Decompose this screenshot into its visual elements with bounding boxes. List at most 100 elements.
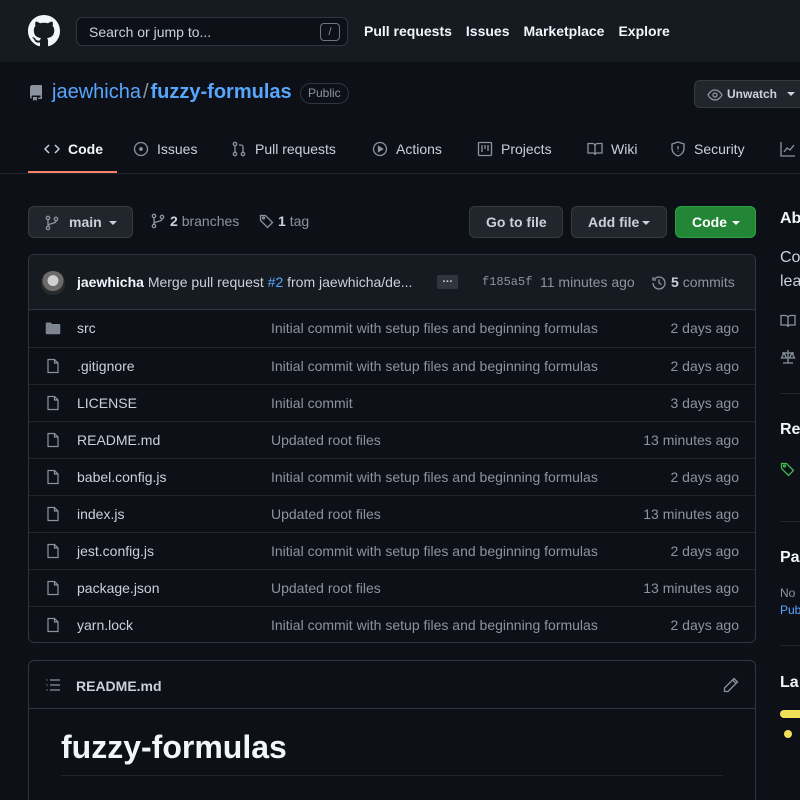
unwatch-label: Unwatch [727, 87, 778, 101]
branch-name: main [69, 214, 102, 230]
repo-tabs: Code Issues Pull requests Actions Projec… [0, 125, 800, 174]
file-row[interactable]: .gitignore Initial commit with setup file… [29, 347, 755, 384]
search-placeholder: Search or jump to... [89, 24, 212, 40]
tag-icon [259, 214, 274, 229]
file-commit-age: 2 days ago [670, 358, 740, 374]
tags-link[interactable]: 1 tag [259, 213, 309, 229]
file-row[interactable]: index.js Updated root files 13 minutes ago [29, 495, 755, 532]
tab-actions[interactable]: Actions [372, 125, 442, 173]
tab-projects[interactable]: Projects [477, 125, 552, 173]
commits-count: 5 [671, 274, 679, 290]
tab-code[interactable]: Code [44, 125, 103, 173]
file-commit-message-link[interactable]: Initial commit with setup files and begi… [271, 617, 598, 633]
tab-wiki[interactable]: Wiki [587, 125, 637, 173]
branches-count: 2 [170, 213, 178, 229]
commit-author[interactable]: jaewhicha [77, 274, 144, 290]
sidebar-divider [780, 645, 800, 646]
file-commit-age: 13 minutes ago [643, 432, 739, 448]
file-name-link[interactable]: babel.config.js [77, 469, 167, 485]
book-icon [587, 142, 603, 156]
repo-name-link[interactable]: fuzzy-formulas [151, 81, 292, 103]
add-file-button[interactable]: Add file [571, 206, 667, 238]
list-icon[interactable] [45, 677, 61, 693]
releases-heading: Re [780, 421, 800, 438]
commit-pr-link[interactable]: #2 [268, 274, 284, 290]
file-name-link[interactable]: .gitignore [77, 358, 135, 374]
add-file-label: Add file [588, 214, 640, 230]
file-icon [45, 432, 61, 453]
file-row[interactable]: yarn.lock Initial commit with setup files… [29, 606, 755, 642]
file-icon [45, 506, 61, 527]
nav-explore[interactable]: Explore [618, 23, 669, 39]
file-commit-message-link[interactable]: Initial commit with setup files and begi… [271, 469, 598, 485]
file-name-link[interactable]: yarn.lock [77, 617, 133, 633]
unwatch-button[interactable]: Unwatch [694, 80, 800, 108]
file-name-link[interactable]: package.json [77, 580, 160, 596]
pencil-icon[interactable] [723, 677, 739, 693]
tab-security[interactable]: Security [670, 125, 745, 173]
branch-select-button[interactable]: main [28, 206, 133, 238]
file-commit-message-link[interactable]: Initial commit with setup files and begi… [271, 543, 598, 559]
commit-sha-link[interactable]: f185a5f [482, 275, 532, 289]
expand-commit-message-button[interactable]: … [437, 274, 458, 289]
graph-icon[interactable] [780, 141, 796, 157]
file-icon [45, 469, 61, 490]
file-browser: jaewhicha Merge pull request #2 from jae… [28, 254, 756, 643]
file-commit-message-link[interactable]: Initial commit with setup files and begi… [271, 320, 598, 336]
readme-divider [61, 775, 723, 776]
commits-history-link[interactable]: 5 commits [651, 274, 735, 290]
code-download-button[interactable]: Code [675, 206, 756, 238]
file-commit-message-link[interactable]: Updated root files [271, 432, 381, 448]
file-row[interactable]: src Initial commit with setup files and b… [29, 310, 755, 347]
chevron-down-icon [109, 221, 117, 225]
file-name-link[interactable]: jest.config.js [77, 543, 154, 559]
law-icon [780, 350, 796, 364]
commit-time: 11 minutes ago [540, 274, 635, 290]
file-row[interactable]: package.json Updated root files 13 minutes… [29, 569, 755, 606]
github-logo-icon[interactable] [28, 15, 60, 47]
file-commit-age: 3 days ago [670, 395, 740, 411]
packages-publish-link[interactable]: Pub [780, 603, 800, 617]
shield-icon [671, 141, 685, 157]
nav-marketplace[interactable]: Marketplace [524, 23, 605, 39]
file-commit-age: 2 days ago [670, 320, 740, 336]
file-commit-message-link[interactable]: Updated root files [271, 580, 381, 596]
repo-title: jaewhicha / fuzzy-formulas [52, 81, 292, 104]
file-row[interactable]: babel.config.js Initial commit with setup… [29, 458, 755, 495]
file-commit-age: 2 days ago [670, 543, 740, 559]
tags-label: tag [289, 213, 310, 229]
readme-header: README.md [29, 661, 755, 709]
nav-pull-requests[interactable]: Pull requests [364, 23, 452, 39]
packages-text: No [780, 586, 796, 600]
branches-link[interactable]: 2 branches [150, 213, 239, 229]
file-icon [45, 358, 61, 379]
tab-pull-requests-label: Pull requests [255, 141, 336, 157]
about-heading: Ab [780, 210, 800, 227]
tab-issues-label: Issues [157, 141, 198, 157]
nav-issues[interactable]: Issues [466, 23, 510, 39]
file-commit-message-link[interactable]: Updated root files [271, 506, 381, 522]
branch-icon [151, 213, 165, 229]
search-input[interactable]: Search or jump to... / [76, 17, 348, 46]
chevron-down-icon [732, 221, 740, 225]
tab-pull-requests[interactable]: Pull requests [231, 125, 336, 173]
avatar[interactable] [41, 271, 65, 295]
file-row[interactable]: README.md Updated root files 13 minutes ag… [29, 421, 755, 458]
file-commit-message-link[interactable]: Initial commit with setup files and begi… [271, 358, 598, 374]
search-shortcut-key: / [320, 23, 340, 41]
repo-owner-link[interactable]: jaewhicha [52, 81, 141, 103]
file-commit-message-link[interactable]: Initial commit [271, 395, 353, 411]
latest-commit-message[interactable]: jaewhicha Merge pull request #2 from jae… [77, 274, 427, 290]
code-icon [44, 144, 60, 154]
file-name-link[interactable]: README.md [77, 432, 160, 448]
file-row[interactable]: LICENSE Initial commit 3 days ago [29, 384, 755, 421]
file-name-link[interactable]: index.js [77, 506, 124, 522]
file-row[interactable]: jest.config.js Initial commit with setup … [29, 532, 755, 569]
file-commit-age: 2 days ago [670, 469, 740, 485]
tab-issues[interactable]: Issues [133, 125, 197, 173]
file-name-link[interactable]: src [77, 320, 96, 336]
go-to-file-button[interactable]: Go to file [469, 206, 563, 238]
file-name-link[interactable]: LICENSE [77, 395, 137, 411]
sidebar-divider [780, 521, 800, 522]
chevron-down-icon [642, 221, 650, 225]
